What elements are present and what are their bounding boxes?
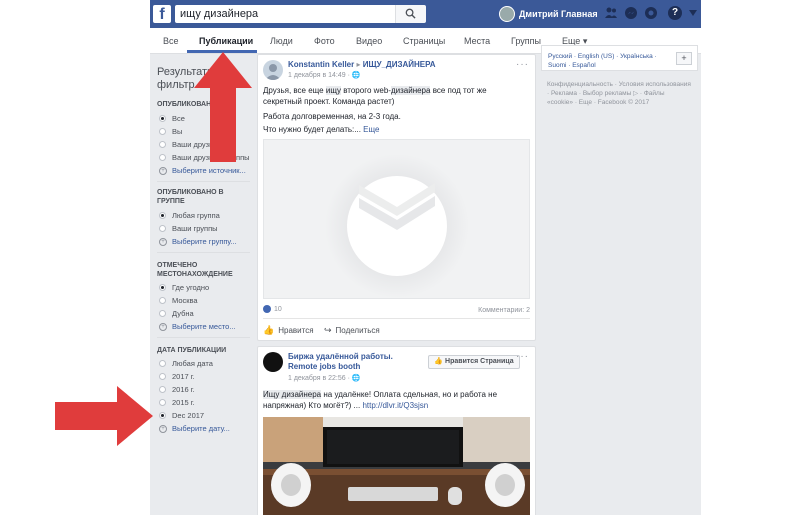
messenger-icon[interactable] [624,6,638,20]
radio-icon [159,360,166,367]
home-link[interactable]: Главная [561,9,598,19]
tab-places[interactable]: Места [464,36,490,46]
radio-icon [159,154,166,161]
red-arrow-up-icon [194,52,252,162]
posted-in-group-heading: ОПУБЛИКОВАНО В ГРУППЕ [157,189,224,205]
post-group-link[interactable]: ИЩУ_ДИЗАЙНЕРА [363,60,436,69]
filter-option-any-date[interactable]: Любая дата [159,359,213,368]
post-link[interactable]: http://dlvr.it/Q3sjsn [362,401,428,410]
share-button[interactable]: ↪ Поделиться [324,325,380,336]
plus-icon: + [159,237,167,246]
help-icon[interactable]: ? [668,6,682,20]
choose-group-link[interactable]: + Выберите группу... [159,237,237,246]
radio-icon [159,284,166,291]
post-card: Konstantin Keller ▸ ИЩУ_ДИЗАЙНЕРА 1 дека… [257,54,536,341]
filter-option-anywhere[interactable]: Где угодно [159,283,209,292]
thumbs-up-icon: 👍 [263,325,275,335]
tab-all[interactable]: Все [163,36,179,46]
profile-link[interactable]: Дмитрий [499,6,559,22]
search-input[interactable] [175,5,425,23]
avatar[interactable] [263,60,283,80]
post-author[interactable]: Konstantin Keller ▸ ИЩУ_ДИЗАЙНЕРА [288,60,436,69]
tab-groups[interactable]: Группы [511,36,541,46]
post-image[interactable] [263,417,530,515]
plus-icon: + [159,166,167,175]
radio-icon [159,128,166,135]
radio-icon [159,115,166,122]
facebook-logo-icon[interactable]: f [153,5,171,23]
search-icon [405,8,416,19]
tab-videos[interactable]: Видео [356,36,382,46]
date-posted-heading: ДАТА ПУБЛИКАЦИИ [157,347,227,354]
radio-icon [159,141,166,148]
post-card: Биржа удалённой работы. Remote jobs booth… [257,346,536,515]
post-text: Работа долговременная, на 2-3 года. [263,112,401,121]
thumbs-up-icon: 👍 [434,358,444,365]
like-reaction-icon [263,305,271,313]
filter-option-you[interactable]: Вы [159,127,182,136]
divider [157,337,250,338]
language-links[interactable]: Русский · English (US) · Українська · Su… [548,52,668,70]
plus-icon: + [159,322,167,331]
radio-icon [159,212,166,219]
post-options-icon[interactable]: ··· [516,59,529,70]
post-image[interactable] [263,139,530,299]
filter-option-your-groups[interactable]: Ваши группы [159,224,218,233]
divider [157,181,250,182]
post-timestamp[interactable]: 1 декабря в 22:56 · 🌐 [288,374,361,382]
choose-source-link[interactable]: + Выберите источник... [159,166,246,175]
like-button[interactable]: 👍 Нравится [263,325,314,336]
post-options-icon[interactable]: ··· [516,351,529,362]
post-text: Ищу дизайнера на удалёнке! Оплата сдельн… [263,390,498,410]
plus-icon: + [159,424,167,433]
tagged-location-heading: ОТМЕЧЕНО МЕСТОНАХОЖДЕНИЕ [157,262,233,278]
avatar[interactable] [263,352,283,372]
like-page-button[interactable]: 👍 Нравится Страница [428,355,520,369]
post-timestamp[interactable]: 1 декабря в 14:49 · 🌐 [288,71,361,79]
search-button[interactable] [395,5,426,23]
tab-people[interactable]: Люди [270,36,293,46]
tab-posts[interactable]: Публикации [199,36,253,46]
radio-icon [159,310,166,317]
filter-option-any-group[interactable]: Любая группа [159,211,220,220]
footer-links[interactable]: Конфиденциальность · Условия использован… [547,80,692,107]
likes-summary[interactable]: 10 [263,305,282,313]
filter-option-dec-2017[interactable]: Dec 2017 [159,411,204,420]
radio-icon [159,297,166,304]
post-text: Друзья, все еще ищу второго web-дизайнер… [263,86,487,106]
add-language-button[interactable]: + [676,52,692,65]
filter-option-dubna[interactable]: Дубна [159,309,194,318]
radio-icon [159,386,166,393]
choose-location-link[interactable]: + Выберите место... [159,322,236,331]
see-more-link[interactable]: Еще [363,125,379,134]
notifications-icon[interactable] [644,6,658,20]
top-bar: f Дмитрий Главная ? [150,0,701,28]
filter-option-2017[interactable]: 2017 г. [159,372,195,381]
choose-date-link[interactable]: + Выберите дату... [159,424,230,433]
post-text: Что нужно будет делать:... Еще [263,125,380,134]
avatar [499,6,515,22]
divider [263,318,530,319]
divider [157,252,250,253]
filter-option-moscow[interactable]: Москва [159,296,198,305]
share-arrow-icon: ↪ [324,325,332,335]
filter-option-2016[interactable]: 2016 г. [159,385,195,394]
filter-option-2015[interactable]: 2015 г. [159,398,195,407]
tab-photos[interactable]: Фото [314,36,335,46]
tab-pages[interactable]: Страницы [403,36,445,46]
radio-icon [159,399,166,406]
language-box: Русский · English (US) · Українська · Su… [541,45,698,71]
radio-icon [159,373,166,380]
radio-icon [159,412,166,419]
comments-count[interactable]: Комментарии: 2 [478,307,530,314]
friend-requests-icon[interactable] [604,6,618,20]
red-arrow-right-icon [55,386,153,446]
user-name: Дмитрий [519,9,559,19]
radio-icon [159,225,166,232]
account-menu-caret-icon[interactable] [689,10,697,16]
post-author[interactable]: Биржа удалённой работы. Remote jobs booth [288,352,393,372]
filter-option-all[interactable]: Все [159,114,185,123]
